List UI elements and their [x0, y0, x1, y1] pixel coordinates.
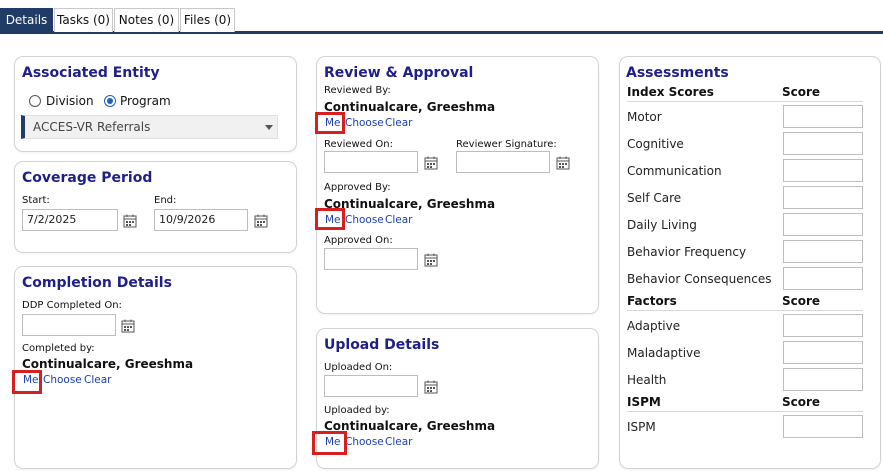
completion-details-title: Completion Details	[22, 275, 172, 291]
entity-dropdown[interactable]: ACCES-VR Referrals	[21, 115, 278, 139]
completed-by-clear-link[interactable]: Clear	[84, 374, 111, 386]
tab-files[interactable]: Files (0)	[180, 8, 235, 32]
end-date-input[interactable]: 10/9/2026	[154, 209, 248, 231]
factors-header: Factors	[627, 294, 677, 308]
program-radio[interactable]	[104, 95, 116, 107]
self-care-score-input[interactable]	[783, 186, 863, 209]
division-radio[interactable]	[29, 95, 41, 107]
index-score-label: Motor	[627, 110, 662, 124]
end-date-value: 10/9/2026	[159, 213, 216, 226]
divider	[627, 411, 863, 412]
approved-on-label: Approved On:	[324, 235, 393, 246]
ispm-label: ISPM	[627, 420, 656, 434]
index-score-label: Behavior Frequency	[627, 245, 747, 259]
cognitive-score-input[interactable]	[783, 132, 863, 155]
divider	[627, 101, 863, 102]
associated-entity-title: Associated Entity	[22, 65, 160, 81]
tab-tasks[interactable]: Tasks (0)	[54, 8, 113, 32]
score-header: Score	[782, 395, 821, 409]
reviewed-on-input[interactable]	[324, 151, 418, 173]
uploaded-on-label: Uploaded On:	[324, 362, 393, 373]
ddp-completed-label: DDP Completed On:	[22, 300, 122, 311]
calendar-icon[interactable]	[121, 319, 135, 333]
upload-details-title: Upload Details	[324, 337, 440, 353]
tab-details[interactable]: Details	[0, 8, 53, 32]
uploaded-by-name: Continualcare, Greeshma	[324, 419, 496, 433]
health-score-input[interactable]	[783, 368, 863, 391]
entity-dropdown-value: ACCES-VR Referrals	[33, 120, 151, 134]
uploaded-on-input[interactable]	[324, 375, 418, 397]
reviewed-by-clear-link[interactable]: Clear	[385, 117, 412, 129]
coverage-period-card: Coverage Period Start: 7/2/2025 End: 10/…	[14, 161, 297, 253]
assessments-card: Assessments Index Scores Score Motor Cog…	[619, 56, 881, 469]
review-approval-title: Review & Approval	[324, 65, 474, 81]
divider	[627, 310, 863, 311]
index-score-label: Behavior Consequences	[627, 272, 772, 286]
motor-score-input[interactable]	[783, 105, 863, 128]
approved-by-name: Continualcare, Greeshma	[324, 197, 496, 211]
index-scores-header: Index Scores	[627, 85, 714, 99]
reviewer-signature-label: Reviewer Signature:	[456, 139, 557, 150]
completed-by-label: Completed by:	[22, 343, 95, 354]
approved-by-choose-link[interactable]: Choose	[345, 214, 384, 226]
reviewed-on-label: Reviewed On:	[324, 139, 393, 150]
calendar-icon[interactable]	[424, 380, 438, 394]
uploaded-by-label: Uploaded by:	[324, 405, 390, 416]
tab-notes[interactable]: Notes (0)	[114, 8, 179, 32]
behavior-consequences-score-input[interactable]	[783, 267, 863, 290]
end-label: End:	[154, 195, 177, 206]
start-date-input[interactable]: 7/2/2025	[22, 209, 118, 231]
review-approval-card: Review & Approval Reviewed By: Continual…	[316, 56, 599, 314]
calendar-icon[interactable]	[123, 214, 137, 228]
coverage-period-title: Coverage Period	[22, 170, 153, 186]
highlight-box	[12, 370, 42, 394]
behavior-frequency-score-input[interactable]	[783, 240, 863, 263]
upload-details-card: Upload Details Uploaded On: Uploaded by:…	[316, 328, 599, 469]
ispm-header: ISPM	[627, 395, 661, 409]
daily-living-score-input[interactable]	[783, 213, 863, 236]
highlight-box	[315, 112, 345, 134]
program-radio-label[interactable]: Program	[120, 94, 171, 108]
communication-score-input[interactable]	[783, 159, 863, 182]
calendar-icon[interactable]	[424, 253, 438, 267]
reviewed-by-name: Continualcare, Greeshma	[324, 100, 496, 114]
maladaptive-score-input[interactable]	[783, 341, 863, 364]
approved-by-clear-link[interactable]: Clear	[385, 214, 412, 226]
uploaded-by-choose-link[interactable]: Choose	[345, 436, 384, 448]
factor-label: Adaptive	[627, 319, 681, 333]
approved-by-label: Approved By:	[324, 182, 391, 193]
calendar-icon[interactable]	[556, 156, 570, 170]
calendar-icon[interactable]	[424, 156, 438, 170]
start-date-value: 7/2/2025	[27, 213, 77, 226]
adaptive-score-input[interactable]	[783, 314, 863, 337]
highlight-box	[312, 431, 347, 455]
score-header: Score	[782, 85, 821, 99]
reviewer-signature-input[interactable]	[456, 151, 550, 173]
completed-by-name: Continualcare, Greeshma	[22, 357, 194, 371]
reviewed-by-choose-link[interactable]: Choose	[345, 117, 384, 129]
index-score-label: Self Care	[627, 191, 682, 205]
uploaded-by-clear-link[interactable]: Clear	[385, 436, 412, 448]
index-score-label: Cognitive	[627, 137, 684, 151]
score-header: Score	[782, 294, 821, 308]
tab-bar: Details Tasks (0) Notes (0) Files (0)	[0, 0, 883, 34]
approved-on-input[interactable]	[324, 248, 418, 270]
assessments-title: Assessments	[626, 65, 729, 81]
index-score-label: Communication	[627, 164, 722, 178]
chevron-down-icon	[265, 125, 273, 130]
completed-by-choose-link[interactable]: Choose	[43, 374, 82, 386]
calendar-icon[interactable]	[254, 214, 268, 228]
factor-label: Health	[627, 373, 667, 387]
start-label: Start:	[22, 195, 50, 206]
completion-details-card: Completion Details DDP Completed On: Com…	[14, 266, 297, 469]
division-radio-label[interactable]: Division	[46, 94, 94, 108]
highlight-box	[315, 208, 345, 230]
reviewed-by-label: Reviewed By:	[324, 85, 391, 96]
ddp-completed-input[interactable]	[22, 314, 116, 336]
associated-entity-card: Associated Entity Division Program ACCES…	[14, 56, 297, 152]
index-score-label: Daily Living	[627, 218, 697, 232]
factor-label: Maladaptive	[627, 346, 701, 360]
ispm-score-input[interactable]	[783, 415, 863, 438]
